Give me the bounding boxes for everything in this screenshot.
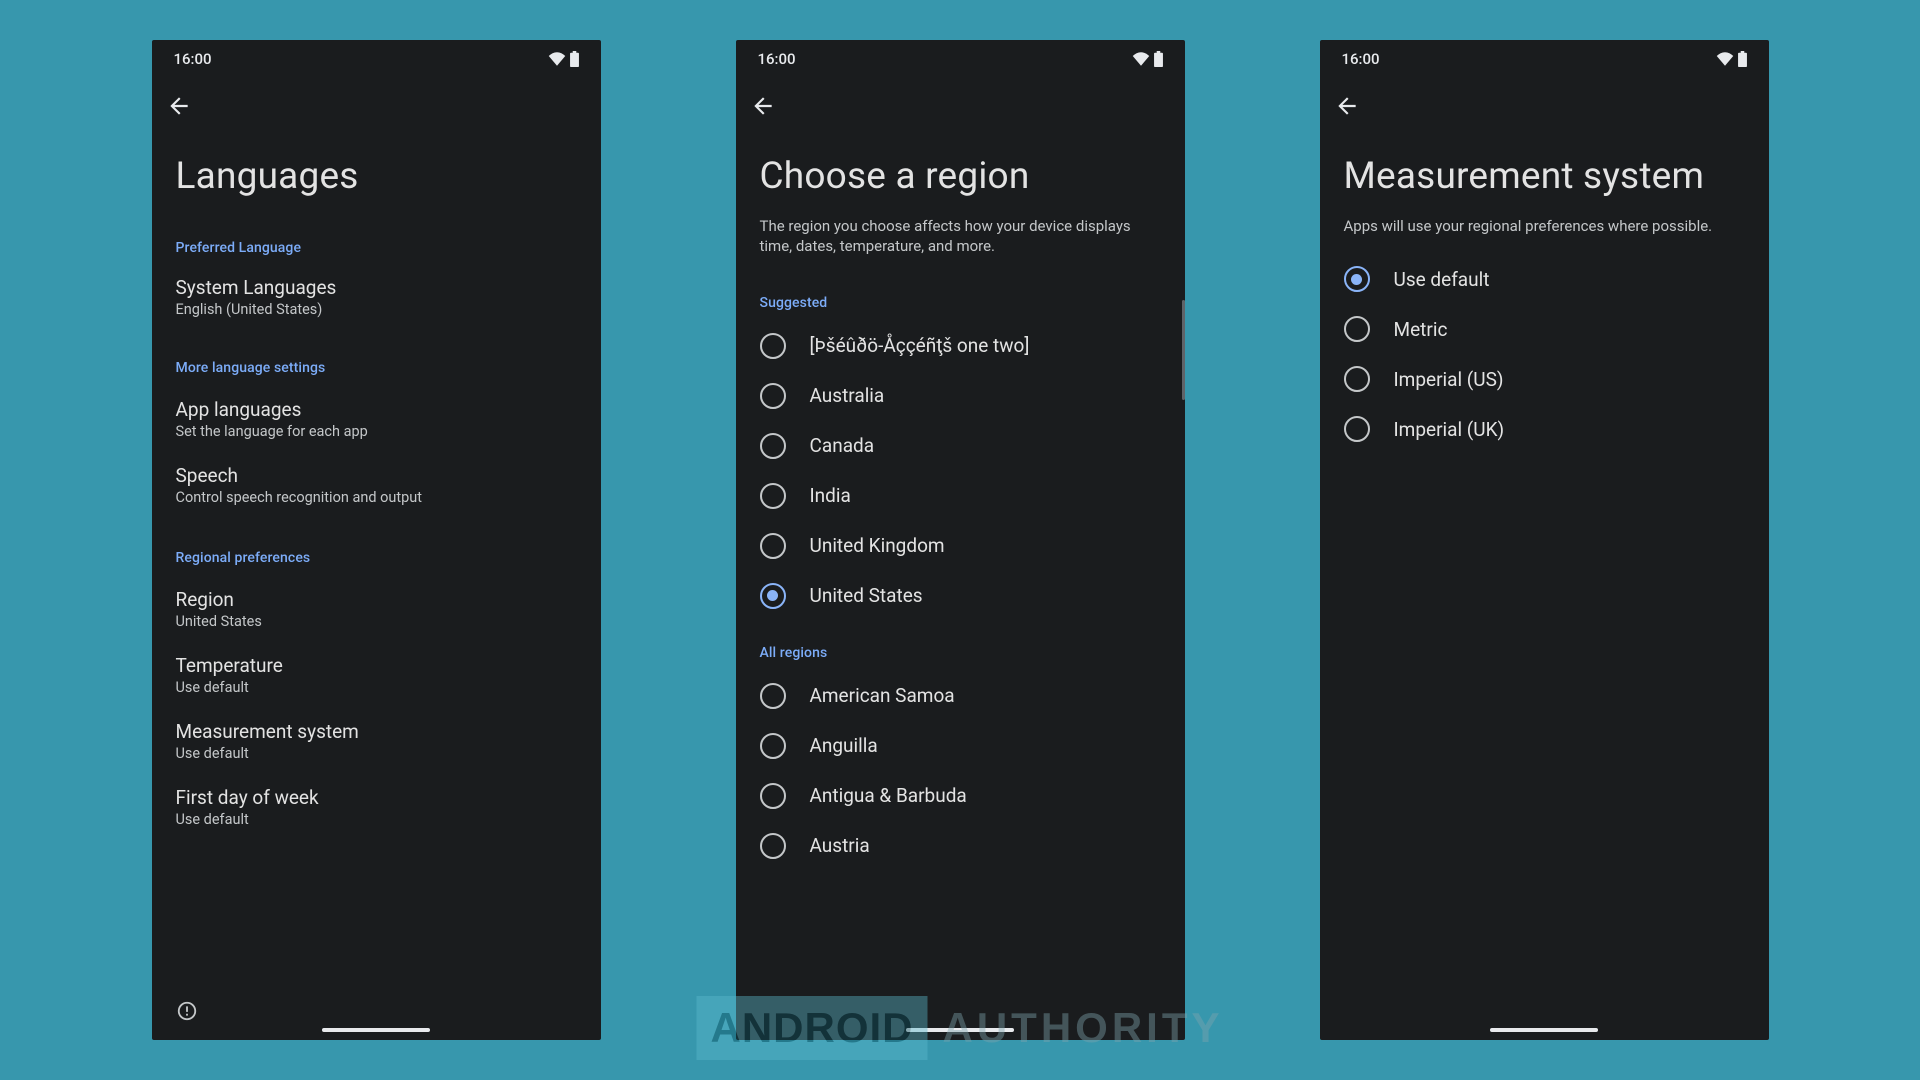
scroll-indicator[interactable] [1182,300,1185,400]
nav-handle[interactable] [1490,1028,1598,1032]
app-languages-item[interactable]: App languages Set the language for each … [152,386,601,452]
battery-icon [1154,51,1163,67]
wifi-icon [1132,52,1150,66]
battery-icon [1738,51,1747,67]
radio-icon [760,483,786,509]
status-time: 16:00 [1342,50,1380,68]
region-option-us[interactable]: United States [736,571,1185,621]
region-option-australia[interactable]: Australia [736,371,1185,421]
radio-icon [760,533,786,559]
radio-icon [760,833,786,859]
phone-screen-region: 16:00 Choose a region The region you cho… [736,40,1185,1040]
status-time: 16:00 [174,50,212,68]
info-icon [176,1000,198,1022]
section-header-more: More language settings [152,350,601,386]
temperature-item[interactable]: Temperature Use default [152,642,601,708]
region-option-india[interactable]: India [736,471,1185,521]
section-header-suggested: Suggested [736,285,1185,321]
radio-icon [760,683,786,709]
status-bar: 16:00 [736,40,1185,78]
page-subtext: Apps will use your regional preferences … [1320,216,1769,254]
page-title: Choose a region [736,133,1185,216]
region-option-anguilla[interactable]: Anguilla [736,721,1185,771]
status-bar: 16:00 [1320,40,1769,78]
section-header-all: All regions [736,621,1185,671]
measurement-option-metric[interactable]: Metric [1320,304,1769,354]
radio-icon [1344,366,1370,392]
radio-icon [1344,316,1370,342]
region-option-uk[interactable]: United Kingdom [736,521,1185,571]
nav-handle[interactable] [322,1028,430,1032]
region-item[interactable]: Region United States [152,576,601,642]
back-button[interactable] [166,93,192,119]
speech-item[interactable]: Speech Control speech recognition and ou… [152,452,601,518]
battery-icon [570,51,579,67]
info-button[interactable] [176,1000,198,1022]
radio-icon-selected [1344,266,1370,292]
measurement-item[interactable]: Measurement system Use default [152,708,601,774]
nav-handle[interactable] [906,1028,1014,1032]
radio-icon [760,433,786,459]
radio-icon [760,383,786,409]
radio-icon [760,733,786,759]
back-button[interactable] [1334,93,1360,119]
screenshot-composite: 16:00 Languages Preferred Language [0,0,1920,1080]
wifi-icon [1716,52,1734,66]
radio-icon [760,783,786,809]
page-title: Languages [152,133,601,230]
phone-screen-measurement: 16:00 Measurement system Apps will use y… [1320,40,1769,1040]
measurement-option-default[interactable]: Use default [1320,254,1769,304]
region-option-austria[interactable]: Austria [736,821,1185,871]
region-option-canada[interactable]: Canada [736,421,1185,471]
measurement-option-imperial-us[interactable]: Imperial (US) [1320,354,1769,404]
first-day-item[interactable]: First day of week Use default [152,774,601,840]
section-header-regional: Regional preferences [152,540,601,576]
region-option-pseudo[interactable]: [Þšéûðö-Åççéñţš one two] [736,321,1185,371]
section-header-preferred: Preferred Language [152,230,601,266]
region-option-american-samoa[interactable]: American Samoa [736,671,1185,721]
page-title: Measurement system [1320,133,1769,216]
page-subtext: The region you choose affects how your d… [736,216,1185,285]
system-languages-item[interactable]: System Languages English (United States) [152,266,601,328]
radio-icon [1344,416,1370,442]
region-option-antigua[interactable]: Antigua & Barbuda [736,771,1185,821]
wifi-icon [548,52,566,66]
phone-screen-languages: 16:00 Languages Preferred Language [152,40,601,1040]
radio-icon-selected [760,583,786,609]
radio-icon [760,333,786,359]
measurement-option-imperial-uk[interactable]: Imperial (UK) [1320,404,1769,454]
status-time: 16:00 [758,50,796,68]
back-button[interactable] [750,93,776,119]
status-bar: 16:00 [152,40,601,78]
